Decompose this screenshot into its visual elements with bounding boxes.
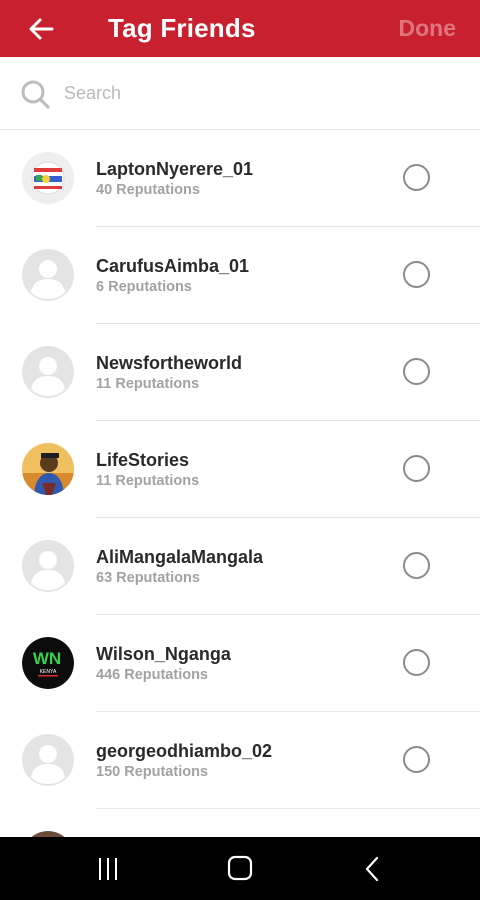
- avatar: [22, 734, 74, 786]
- friend-name: georgeodhiambo_02: [96, 741, 273, 761]
- avatar: [22, 443, 74, 495]
- back-button[interactable]: [26, 14, 56, 44]
- select-radio[interactable]: [403, 358, 430, 385]
- default-avatar-icon: [22, 540, 74, 592]
- recents-icon[interactable]: [93, 855, 123, 883]
- list-item[interactable]: CarufusAimba_01 6 Reputations: [0, 227, 480, 324]
- wn-logo-text: WN: [33, 649, 61, 668]
- list-item[interactable]: WN KENYA Wilson_Nganga 446 Reputations: [0, 615, 480, 712]
- default-avatar-icon: [22, 249, 74, 301]
- avatar: [22, 346, 74, 398]
- avatar: [22, 249, 74, 301]
- friend-name: CarufusAimba_01: [96, 256, 250, 276]
- page-title: Tag Friends: [108, 13, 256, 43]
- back-icon[interactable]: [358, 855, 388, 883]
- default-avatar-icon: [22, 734, 74, 786]
- search-bar[interactable]: Search: [0, 57, 480, 130]
- friend-reputations: 11 Reputations: [96, 473, 200, 489]
- friend-reputations: 6 Reputations: [96, 279, 192, 295]
- done-button[interactable]: Done: [399, 15, 457, 42]
- friend-name: Newsfortheworld: [96, 353, 243, 373]
- avatar: [22, 152, 74, 204]
- arrow-left-icon: [29, 18, 54, 40]
- friend-name: AliMangalaMangala: [96, 547, 264, 567]
- friend-reputations: 446 Reputations: [96, 667, 208, 683]
- friend-name: LifeStories: [96, 450, 190, 470]
- friend-name: LaptonNyerere_01: [96, 159, 254, 179]
- system-nav-bar: [0, 837, 480, 900]
- select-radio[interactable]: [403, 552, 430, 579]
- friends-list: LaptonNyerere_01 40 Reputations CarufusA…: [0, 130, 480, 837]
- flag-logo-icon: [22, 152, 74, 204]
- default-avatar-icon: [22, 346, 74, 398]
- photo-avatar-icon: [22, 443, 74, 495]
- list-item[interactable]: georgeodhiambo_02 150 Reputations: [0, 712, 480, 809]
- wn-logo-icon: WN KENYA: [22, 637, 74, 689]
- app-header: Tag Friends Done: [0, 0, 480, 57]
- avatar: WN KENYA: [22, 637, 74, 689]
- select-radio[interactable]: [403, 261, 430, 288]
- search-input[interactable]: Search: [64, 83, 121, 104]
- home-icon[interactable]: [225, 855, 255, 883]
- search-icon: [21, 80, 50, 109]
- avatar: [22, 540, 74, 592]
- select-radio[interactable]: [403, 455, 430, 482]
- select-radio[interactable]: [403, 164, 430, 191]
- friend-reputations: 40 Reputations: [96, 182, 200, 198]
- friend-reputations: 63 Reputations: [96, 570, 200, 586]
- list-item[interactable]: LaptonNyerere_01 40 Reputations: [0, 130, 480, 227]
- friend-name: Wilson_Nganga: [96, 644, 231, 664]
- select-radio[interactable]: [403, 746, 430, 773]
- friend-reputations: 11 Reputations: [96, 376, 200, 392]
- select-radio[interactable]: [403, 649, 430, 676]
- list-item[interactable]: [0, 809, 480, 837]
- list-item[interactable]: Newsfortheworld 11 Reputations: [0, 324, 480, 421]
- friend-reputations: 150 Reputations: [96, 764, 208, 780]
- list-item[interactable]: AliMangalaMangala 63 Reputations: [0, 518, 480, 615]
- list-item[interactable]: LifeStories 11 Reputations: [0, 421, 480, 518]
- wn-logo-sub: KENYA: [40, 669, 57, 675]
